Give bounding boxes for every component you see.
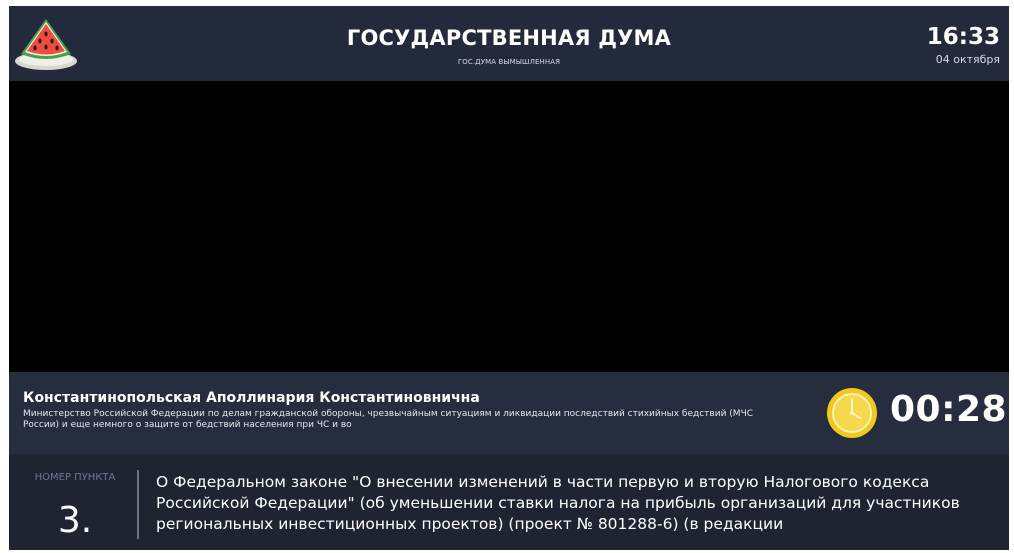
- display-frame: ГОСУДАРСТВЕННАЯ ДУМА ГОС.ДУМА ВЫМЫШЛЕННА…: [9, 6, 1009, 550]
- item-number-label: НОМЕР ПУНКТА: [34, 472, 116, 483]
- page-title: ГОСУДАРСТВЕННАЯ ДУМА: [346, 26, 672, 50]
- speech-timer: 00:28: [890, 389, 1008, 430]
- current-time: 16:33: [926, 24, 1000, 50]
- clock-icon: [827, 388, 877, 438]
- divider: [137, 470, 139, 539]
- header: ГОСУДАРСТВЕННАЯ ДУМА ГОС.ДУМА ВЫМЫШЛЕННА…: [9, 6, 1009, 81]
- speaker-name: Константинопольская Аполлинария Констант…: [23, 390, 480, 406]
- agenda-item-text: О Федеральном законе "О внесении изменен…: [156, 473, 960, 533]
- agenda-item: НОМЕР ПУНКТА 3. О Федеральном законе "О …: [9, 454, 1009, 550]
- item-number: 3.: [57, 500, 93, 541]
- video-area: [9, 81, 1009, 372]
- speaker-role: Министерство Российской Федерации по дел…: [23, 409, 754, 430]
- speaker-panel: Константинопольская Аполлинария Констант…: [9, 372, 1009, 454]
- current-date: 04 октября: [935, 53, 1000, 66]
- page-subtitle: ГОС.ДУМА ВЫМЫШЛЕННАЯ: [457, 58, 561, 66]
